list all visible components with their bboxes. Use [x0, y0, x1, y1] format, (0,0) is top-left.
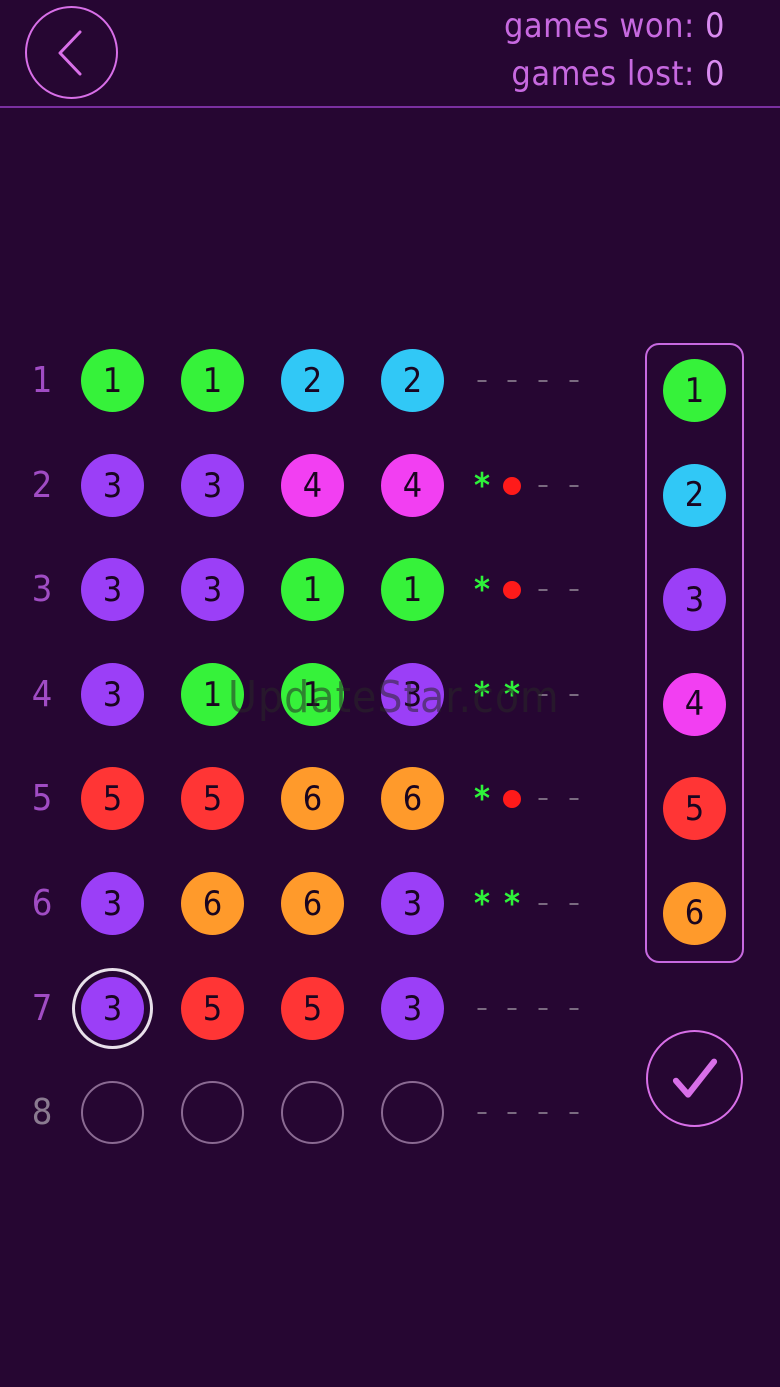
correct-position-marker: *	[474, 883, 490, 924]
header-divider	[0, 106, 780, 108]
palette-color-2[interactable]: 2	[663, 463, 726, 527]
correct-position-marker: *	[474, 778, 490, 819]
games-won-stat: games won: 0	[504, 6, 725, 46]
games-won-value: 0	[705, 6, 725, 46]
empty-feedback-marker	[569, 902, 579, 905]
empty-feedback-marker	[538, 484, 548, 487]
games-won-label: games won:	[503, 6, 695, 46]
games-lost-value: 0	[705, 54, 725, 94]
correct-position-marker: *	[504, 883, 520, 924]
empty-feedback-marker	[569, 588, 579, 591]
empty-feedback-marker	[507, 1111, 517, 1114]
palette-color-1[interactable]: 1	[663, 359, 726, 422]
empty-feedback-marker	[507, 379, 517, 382]
palette-color-5[interactable]: 5	[663, 777, 726, 840]
empty-feedback-marker	[538, 797, 548, 800]
color-palette: 1 2 3 4 5 6	[645, 343, 744, 963]
correct-color-marker	[503, 789, 521, 808]
chevron-left-icon	[58, 30, 81, 75]
empty-feedback-marker	[538, 379, 548, 382]
empty-feedback-marker	[507, 1007, 517, 1010]
submit-guess-button[interactable]	[646, 1030, 743, 1127]
correct-color-marker	[503, 476, 521, 495]
empty-feedback-marker	[538, 902, 548, 905]
games-lost-label: games lost:	[511, 54, 695, 94]
empty-feedback-marker	[569, 379, 579, 382]
correct-position-marker: *	[504, 674, 520, 715]
palette-color-6[interactable]: 6	[663, 881, 726, 945]
empty-feedback-marker	[477, 379, 487, 382]
palette-color-3[interactable]: 3	[663, 568, 726, 631]
games-lost-stat: games lost: 0	[511, 54, 725, 94]
empty-feedback-marker	[569, 693, 579, 696]
empty-feedback-marker	[538, 588, 548, 591]
correct-position-marker: *	[474, 674, 490, 715]
empty-feedback-marker	[538, 1111, 548, 1114]
palette-color-4[interactable]: 4	[663, 672, 726, 736]
back-button[interactable]	[25, 6, 118, 99]
empty-feedback-marker	[569, 797, 579, 800]
empty-feedback-marker	[569, 1111, 579, 1114]
correct-color-marker	[503, 580, 521, 599]
empty-feedback-marker	[569, 484, 579, 487]
feedback-row-7	[0, 977, 780, 1040]
checkmark-icon	[672, 1058, 717, 1098]
empty-feedback-marker	[477, 1007, 487, 1010]
empty-feedback-marker	[477, 1111, 487, 1114]
empty-feedback-marker	[538, 693, 548, 696]
empty-feedback-marker	[569, 1007, 579, 1010]
empty-feedback-marker	[538, 1007, 548, 1010]
correct-position-marker: *	[474, 465, 490, 506]
correct-position-marker: *	[474, 569, 490, 610]
